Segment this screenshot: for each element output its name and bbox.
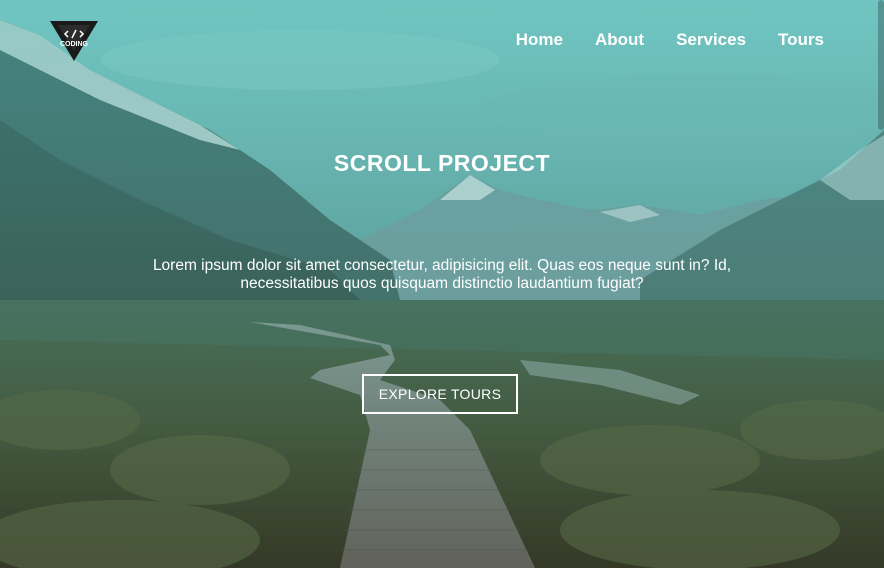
nav-about-link[interactable]: About bbox=[595, 30, 644, 50]
logo-text: CODING bbox=[60, 41, 89, 48]
explore-tours-button[interactable]: EXPLORE TOURS bbox=[362, 374, 518, 414]
hero-title: SCROLL PROJECT bbox=[333, 150, 551, 176]
nav-tours-link[interactable]: Tours bbox=[778, 30, 824, 50]
hero-description: Lorem ipsum dolor sit amet consectetur, … bbox=[152, 257, 732, 292]
main-nav: Home About Services Tours bbox=[516, 30, 824, 50]
nav-home-link[interactable]: Home bbox=[516, 30, 563, 50]
scrollbar-thumb[interactable] bbox=[878, 0, 884, 130]
hero-section: CODING Home About Services Tours SCROLL … bbox=[0, 0, 884, 568]
coding-logo-icon[interactable]: CODING bbox=[48, 19, 100, 63]
nav-services-link[interactable]: Services bbox=[676, 30, 746, 50]
